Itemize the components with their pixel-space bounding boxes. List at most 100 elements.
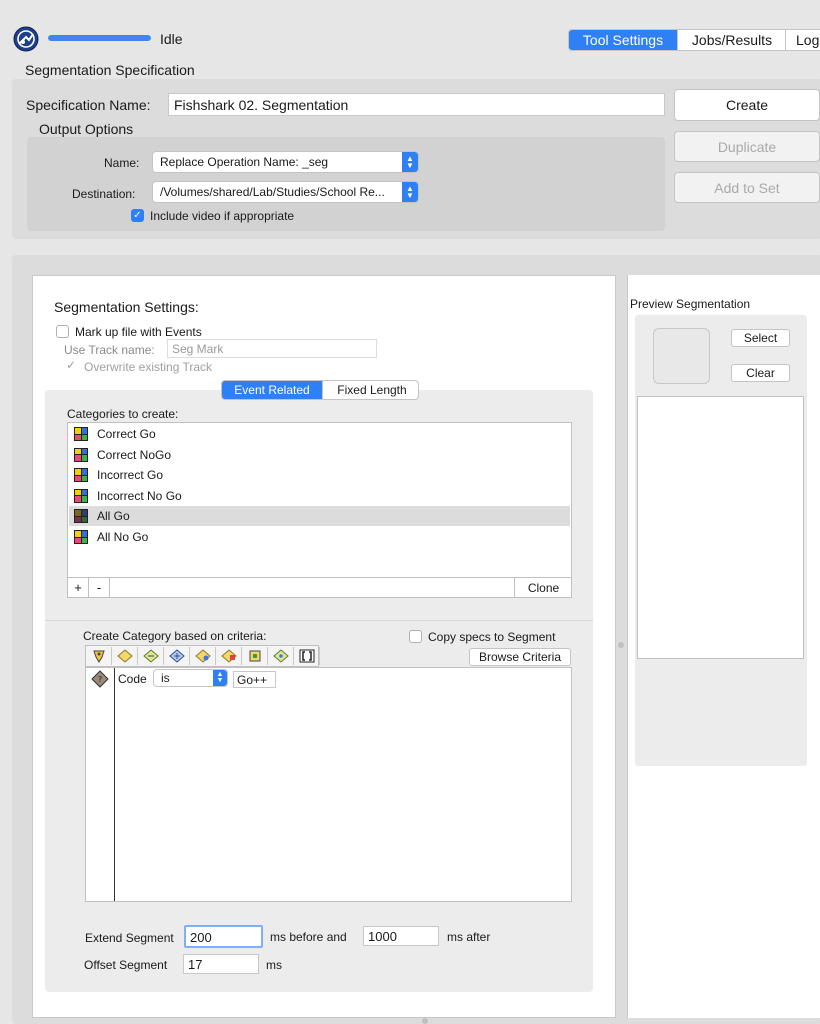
square-target-icon[interactable] bbox=[242, 647, 268, 665]
select-button[interactable]: Select bbox=[731, 329, 790, 347]
category-row[interactable]: All No Go bbox=[69, 527, 570, 547]
markup-label: Mark up file with Events bbox=[75, 325, 202, 339]
app-logo-icon bbox=[13, 26, 39, 52]
event-icon[interactable] bbox=[86, 647, 112, 665]
category-icon bbox=[74, 427, 88, 441]
category-icon bbox=[74, 530, 88, 544]
category-row[interactable]: All Go bbox=[69, 506, 570, 527]
category-icon bbox=[74, 509, 88, 524]
category-label: Correct Go bbox=[97, 427, 156, 441]
extend-before-input[interactable]: 200 bbox=[184, 925, 263, 948]
spec-name-input[interactable]: Fishshark 02. Segmentation bbox=[168, 93, 665, 116]
progress-bar bbox=[48, 35, 151, 41]
overwrite-check-icon[interactable]: ✓ bbox=[66, 358, 76, 372]
criterion-field: Code bbox=[118, 672, 147, 686]
spec-section-title: Segmentation Specification bbox=[25, 62, 195, 78]
category-icon bbox=[74, 468, 88, 483]
status-text: Idle bbox=[160, 31, 183, 47]
tab-fixed-length[interactable]: Fixed Length bbox=[322, 381, 418, 399]
tab-event-related[interactable]: Event Related bbox=[222, 381, 322, 399]
output-options-title: Output Options bbox=[39, 121, 134, 137]
criteria-editor bbox=[85, 667, 572, 902]
split-handle[interactable] bbox=[618, 642, 624, 648]
track-name-value: Seg Mark bbox=[172, 342, 224, 356]
criterion-value: Go++ bbox=[237, 673, 268, 687]
settings-title: Segmentation Settings: bbox=[54, 299, 199, 315]
category-icon bbox=[74, 488, 88, 503]
extend-label: Extend Segment bbox=[85, 931, 174, 945]
spec-name-value: Fishshark 02. Segmentation bbox=[174, 97, 349, 113]
preview-title: Preview Segmentation bbox=[630, 297, 751, 311]
categories-list: Correct Go Correct NoGo Incorrect Go Incorr… bbox=[67, 422, 572, 578]
criteria-gutter-divider bbox=[114, 668, 115, 901]
diamond-select-icon[interactable] bbox=[190, 647, 216, 665]
diamond-event-icon[interactable] bbox=[112, 647, 138, 665]
category-label: Correct NoGo bbox=[97, 447, 172, 462]
tab-log[interactable]: Log bbox=[785, 30, 820, 50]
bottom-split-handle[interactable] bbox=[422, 1018, 428, 1024]
criteria-toolbar bbox=[85, 645, 320, 667]
extend-before-value: 200 bbox=[190, 930, 212, 945]
svg-text:?: ? bbox=[98, 675, 102, 684]
categories-label: Categories to create: bbox=[67, 407, 179, 421]
browse-criteria-button[interactable]: Browse Criteria bbox=[469, 648, 571, 666]
include-video-label: Include video if appropriate bbox=[150, 209, 295, 223]
preview-list bbox=[637, 396, 804, 659]
destination-value: /Volumes/shared/Lab/Studies/School Re... bbox=[160, 185, 385, 199]
overwrite-label: Overwrite existing Track bbox=[84, 360, 213, 374]
category-row[interactable]: Correct Go bbox=[69, 424, 570, 444]
mode-tab-bar: Event Related Fixed Length bbox=[221, 380, 419, 400]
category-row[interactable]: Incorrect Go bbox=[69, 465, 570, 485]
category-icon bbox=[74, 447, 88, 462]
diamond-cross-icon[interactable] bbox=[164, 647, 190, 665]
chevron-updown-icon: ▲ ▼ bbox=[213, 670, 227, 686]
extend-after-input[interactable]: 1000 bbox=[363, 926, 439, 946]
category-label: All Go bbox=[97, 509, 130, 524]
criterion-value-field[interactable]: Go++ bbox=[233, 671, 276, 688]
criteria-label: Create Category based on criteria: bbox=[83, 629, 267, 643]
destination-label: Destination: bbox=[72, 187, 136, 201]
clone-button[interactable]: Clone bbox=[514, 578, 572, 597]
destination-popup[interactable]: /Volumes/shared/Lab/Studies/School Re...… bbox=[152, 181, 419, 203]
before-label: ms before and bbox=[270, 930, 347, 944]
include-video-checkbox[interactable]: ✓ bbox=[131, 209, 144, 222]
clear-button[interactable]: Clear bbox=[731, 364, 790, 382]
panel-divider bbox=[45, 620, 593, 621]
progress-fill bbox=[48, 35, 151, 41]
markup-checkbox[interactable] bbox=[56, 325, 69, 338]
category-row[interactable]: Incorrect No Go bbox=[69, 486, 570, 506]
extend-after-value: 1000 bbox=[368, 929, 397, 944]
remove-category-button[interactable]: - bbox=[89, 578, 110, 597]
categories-toolbar bbox=[67, 577, 572, 598]
tab-jobs-results[interactable]: Jobs/Results bbox=[677, 30, 786, 50]
criterion-diamond-icon: ? bbox=[91, 670, 109, 688]
output-name-value: Replace Operation Name: _seg bbox=[160, 155, 329, 169]
tab-tool-settings[interactable]: Tool Settings bbox=[569, 30, 677, 50]
chevron-updown-icon: ▲ ▼ bbox=[402, 182, 418, 202]
diamond-flag-icon[interactable] bbox=[216, 647, 242, 665]
after-label: ms after bbox=[447, 930, 491, 944]
duplicate-button[interactable]: Duplicate bbox=[674, 131, 820, 162]
category-label: All No Go bbox=[97, 530, 149, 544]
create-button[interactable]: Create bbox=[674, 89, 820, 121]
category-label: Incorrect No Go bbox=[97, 488, 182, 503]
output-name-popup[interactable]: Replace Operation Name: _seg ▲ ▼ bbox=[152, 151, 419, 173]
chevron-updown-icon: ▲ ▼ bbox=[402, 152, 418, 172]
copy-specs-checkbox[interactable] bbox=[409, 630, 422, 643]
track-name-label: Use Track name: bbox=[64, 343, 155, 357]
offset-label: Offset Segment bbox=[84, 958, 168, 972]
diamond-range-icon[interactable] bbox=[138, 647, 164, 665]
spec-name-label: Specification Name: bbox=[26, 97, 151, 113]
category-row[interactable]: Correct NoGo bbox=[69, 445, 570, 465]
add-category-button[interactable]: + bbox=[68, 578, 89, 597]
category-label: Incorrect Go bbox=[97, 468, 164, 483]
diamond-dot-icon[interactable] bbox=[268, 647, 294, 665]
track-name-input[interactable]: Seg Mark bbox=[167, 339, 377, 358]
offset-value: 17 bbox=[188, 957, 203, 972]
criterion-operator-popup[interactable]: is ▲ ▼ bbox=[153, 669, 228, 687]
brackets-icon[interactable] bbox=[294, 647, 320, 665]
add-to-set-button[interactable]: Add to Set bbox=[674, 172, 820, 203]
offset-input[interactable]: 17 bbox=[183, 954, 259, 974]
ms-label: ms bbox=[266, 958, 282, 972]
copy-specs-label: Copy specs to Segment bbox=[428, 630, 556, 644]
